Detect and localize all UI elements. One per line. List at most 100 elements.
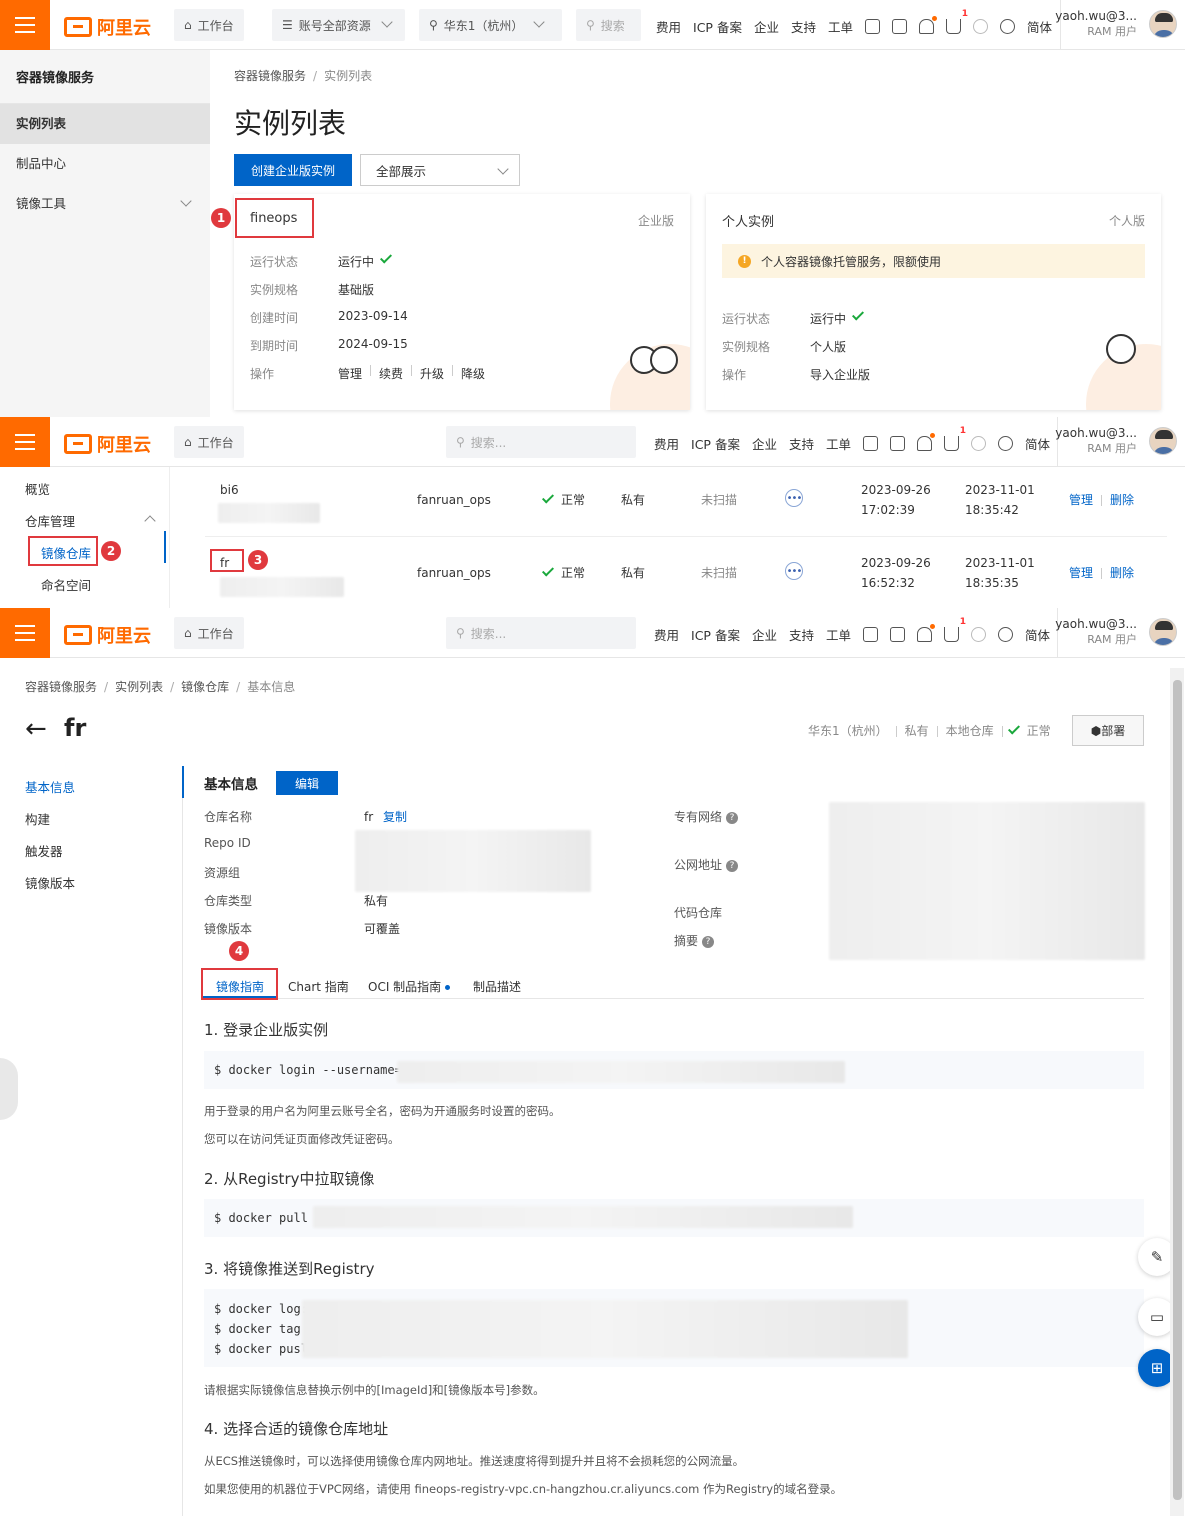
aliyun-logo[interactable]: 阿里云 — [64, 431, 151, 457]
avatar[interactable] — [1149, 427, 1177, 455]
downgrade-link[interactable]: 降级 — [461, 365, 485, 382]
nav-support[interactable]: 支持 — [789, 625, 814, 644]
sidebar-item-repo-management[interactable]: 仓库管理 — [25, 511, 75, 530]
tab-chart-guide[interactable]: Chart 指南 — [288, 978, 349, 995]
more-icon[interactable]: ••• — [785, 562, 803, 580]
help-icon[interactable] — [998, 436, 1013, 451]
nav-enterprise[interactable]: 企业 — [754, 17, 779, 36]
sidebar-item-namespace[interactable]: 命名空间 — [41, 575, 91, 594]
help-icon[interactable]: ? — [702, 935, 715, 948]
workbench-button[interactable]: ⌂ 工作台 — [174, 9, 244, 41]
nav-tickets[interactable]: 工单 — [826, 434, 851, 453]
import-enterprise-link[interactable]: 导入企业版 — [810, 366, 870, 383]
top-bar: 阿里云 ⌂ 工作台 ⚲ 搜索... 费用 ICP 备案 企业 支持 工单 1 简体 … — [0, 608, 1185, 658]
workbench-button[interactable]: ⌂ 工作台 — [174, 617, 244, 649]
menu-icon[interactable] — [0, 0, 50, 50]
expand-tab[interactable] — [0, 1058, 18, 1120]
delete-link[interactable]: 删除 — [1110, 566, 1134, 580]
api-icon[interactable] — [863, 627, 878, 642]
cart-icon[interactable]: 1 — [946, 9, 968, 34]
nav-fees[interactable]: 费用 — [656, 17, 681, 36]
manage-link[interactable]: 管理 — [1069, 493, 1093, 507]
bell-icon[interactable] — [917, 624, 935, 642]
aliyun-logo[interactable]: 阿里云 — [64, 622, 151, 648]
chevron-up-icon[interactable] — [144, 515, 156, 527]
language-switch[interactable]: 简体 — [1027, 17, 1052, 36]
breadcrumb-item[interactable]: 镜像仓库 — [181, 680, 229, 694]
nav-fees[interactable]: 费用 — [654, 434, 679, 453]
sidebar-item-artifact-center[interactable]: 制品中心 — [0, 144, 210, 184]
copy-link[interactable]: 复制 — [383, 810, 407, 824]
nav-icp[interactable]: ICP 备案 — [691, 625, 740, 644]
renew-link[interactable]: 续费 — [379, 365, 403, 382]
cart-icon[interactable]: 1 — [944, 426, 966, 451]
nav-enterprise[interactable]: 企业 — [752, 434, 777, 453]
scrollbar-thumb[interactable] — [1173, 680, 1182, 1500]
repo-name-link[interactable]: bi6 — [220, 480, 239, 500]
delete-link[interactable]: 删除 — [1110, 493, 1134, 507]
api-icon[interactable] — [865, 19, 880, 34]
cart-icon[interactable]: 1 — [944, 617, 966, 642]
nav-icp[interactable]: ICP 备案 — [691, 434, 740, 453]
upgrade-link[interactable]: 升级 — [420, 365, 444, 382]
breadcrumb-item[interactable]: 容器镜像服务 — [234, 69, 306, 83]
terminal-icon[interactable] — [890, 627, 905, 642]
deploy-button[interactable]: ⬢ 部署 — [1072, 715, 1144, 746]
search-input[interactable]: ⚲ 搜索... — [446, 426, 636, 458]
manage-link[interactable]: 管理 — [338, 365, 362, 382]
help-icon[interactable]: ? — [726, 811, 739, 824]
bulb-icon[interactable] — [971, 627, 986, 642]
scrollbar[interactable] — [1170, 668, 1184, 1516]
aliyun-logo[interactable]: 阿里云 — [64, 14, 151, 40]
language-switch[interactable]: 简体 — [1025, 434, 1050, 453]
tab-oci-guide[interactable]: OCI 制品指南 — [368, 978, 451, 995]
nav-enterprise[interactable]: 企业 — [752, 625, 777, 644]
bell-icon[interactable] — [919, 16, 937, 34]
tab-artifact-desc[interactable]: 制品描述 — [473, 978, 521, 995]
more-icon[interactable]: ••• — [785, 489, 803, 507]
search-input[interactable]: ⚲ 搜索... — [446, 617, 636, 649]
terminal-icon[interactable] — [890, 436, 905, 451]
sidebar-item-triggers[interactable]: 触发器 — [25, 841, 63, 860]
avatar[interactable] — [1149, 10, 1177, 38]
back-arrow-icon[interactable]: ← — [25, 714, 47, 744]
bulb-icon[interactable] — [971, 436, 986, 451]
breadcrumb-item[interactable]: 容器镜像服务 — [25, 680, 97, 694]
terminal-icon[interactable] — [892, 19, 907, 34]
nav-tickets[interactable]: 工单 — [826, 625, 851, 644]
bulb-icon[interactable] — [973, 19, 988, 34]
sidebar-item-image-versions[interactable]: 镜像版本 — [25, 873, 75, 892]
language-switch[interactable]: 简体 — [1025, 625, 1050, 644]
bell-icon[interactable] — [917, 433, 935, 451]
help-icon[interactable] — [998, 627, 1013, 642]
user-info[interactable]: yaoh.wu@3... RAM 用户 — [1055, 616, 1137, 648]
instance-name[interactable]: 个人实例 — [722, 211, 774, 230]
nav-icp[interactable]: ICP 备案 — [693, 17, 742, 36]
search-input[interactable]: ⚲ 搜索 — [576, 9, 641, 41]
create-instance-button[interactable]: 创建企业版实例 — [234, 154, 352, 186]
menu-icon[interactable] — [0, 417, 50, 467]
avatar[interactable] — [1149, 618, 1177, 646]
sidebar-item-build[interactable]: 构建 — [25, 809, 50, 828]
help-icon[interactable]: ? — [726, 859, 739, 872]
help-icon[interactable] — [1000, 19, 1015, 34]
resources-dropdown[interactable]: ☰ 账号全部资源 — [272, 9, 405, 41]
manage-link[interactable]: 管理 — [1069, 566, 1093, 580]
nav-fees[interactable]: 费用 — [654, 625, 679, 644]
user-info[interactable]: yaoh.wu@3... RAM 用户 — [1055, 8, 1137, 40]
nav-support[interactable]: 支持 — [789, 434, 814, 453]
region-dropdown[interactable]: ⚲ 华东1（杭州） — [419, 9, 562, 41]
breadcrumb-item[interactable]: 实例列表 — [115, 680, 163, 694]
edit-button[interactable]: 编辑 — [276, 771, 338, 795]
api-icon[interactable] — [863, 436, 878, 451]
sidebar-item-image-tools[interactable]: 镜像工具 — [0, 184, 210, 224]
filter-select[interactable]: 全部展示 — [360, 154, 520, 186]
sidebar-item-basic-info[interactable]: 基本信息 — [25, 777, 75, 796]
sidebar-item-overview[interactable]: 概览 — [25, 479, 50, 498]
menu-icon[interactable] — [0, 608, 50, 658]
nav-tickets[interactable]: 工单 — [828, 17, 853, 36]
nav-support[interactable]: 支持 — [791, 17, 816, 36]
workbench-button[interactable]: ⌂ 工作台 — [174, 426, 244, 458]
user-info[interactable]: yaoh.wu@3... RAM 用户 — [1055, 425, 1137, 457]
sidebar-item-instance-list[interactable]: 实例列表 — [0, 104, 210, 144]
